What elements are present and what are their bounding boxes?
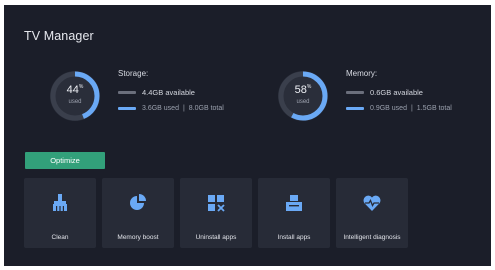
available-legend-swatch [346,90,364,94]
memory-stat: 58% used Memory: 0.6GB available 0.9GB u… [274,65,491,135]
tile-label: Memory boost [117,234,159,241]
tile-label: Intelligent diagnosis [343,234,401,241]
tile-label: Uninstall apps [195,234,237,241]
pie-chart-icon [130,194,146,210]
uninstall-grid-icon [208,195,225,212]
separator: | [182,104,185,112]
memory-available-text: 0.6GB available [370,87,423,97]
memory-used-text: 0.9GB used [370,104,407,112]
storage-usage-ring: 44% used [46,67,104,125]
tv-manager-screen: TV Manager 44% used Storage: 4.4GB avail… [4,5,491,266]
tile-uninstall-apps[interactable]: Uninstall apps [180,178,252,248]
storage-ring-graphic [50,71,100,121]
tile-intelligent-diagnosis[interactable]: Intelligent diagnosis [336,178,408,248]
used-legend-swatch [118,106,136,110]
storage-used-caption: used [68,99,82,105]
storage-available-row: 4.4GB available [118,87,195,97]
memory-total-text: 1.5GB total [416,104,452,112]
storage-available-text: 4.4GB available [142,87,195,97]
memory-ring-graphic [278,71,328,121]
memory-percent: 58% [294,84,312,96]
memory-available-row: 0.6GB available [346,87,423,97]
memory-label: Memory: [346,69,378,78]
storage-label: Storage: [118,69,149,78]
tile-memory-boost[interactable]: Memory boost [102,178,174,248]
memory-used-row: 0.9GB used | 1.5GB total [346,103,452,113]
memory-used-caption: used [296,99,310,105]
optimize-button[interactable]: Optimize [25,152,105,169]
memory-usage-ring: 58% used [274,67,332,125]
storage-used-row: 3.6GB used | 8.0GB total [118,103,224,113]
storage-total-text: 8.0GB total [188,104,224,112]
page-title: TV Manager [24,29,94,43]
available-legend-swatch [118,90,136,94]
storage-percent: 44% [66,84,84,96]
tile-label: Install apps [277,234,311,241]
used-legend-swatch [346,106,364,110]
install-box-icon [286,195,302,211]
broom-icon [53,194,67,211]
heart-pulse-icon [363,195,381,211]
separator: | [410,104,413,112]
storage-used-text: 3.6GB used [142,104,179,112]
tile-clean[interactable]: Clean [24,178,96,248]
tile-label: Clean [51,234,69,241]
storage-stat: 44% used Storage: 4.4GB available 3.6GB … [46,65,266,135]
tile-install-apps[interactable]: Install apps [258,178,330,248]
